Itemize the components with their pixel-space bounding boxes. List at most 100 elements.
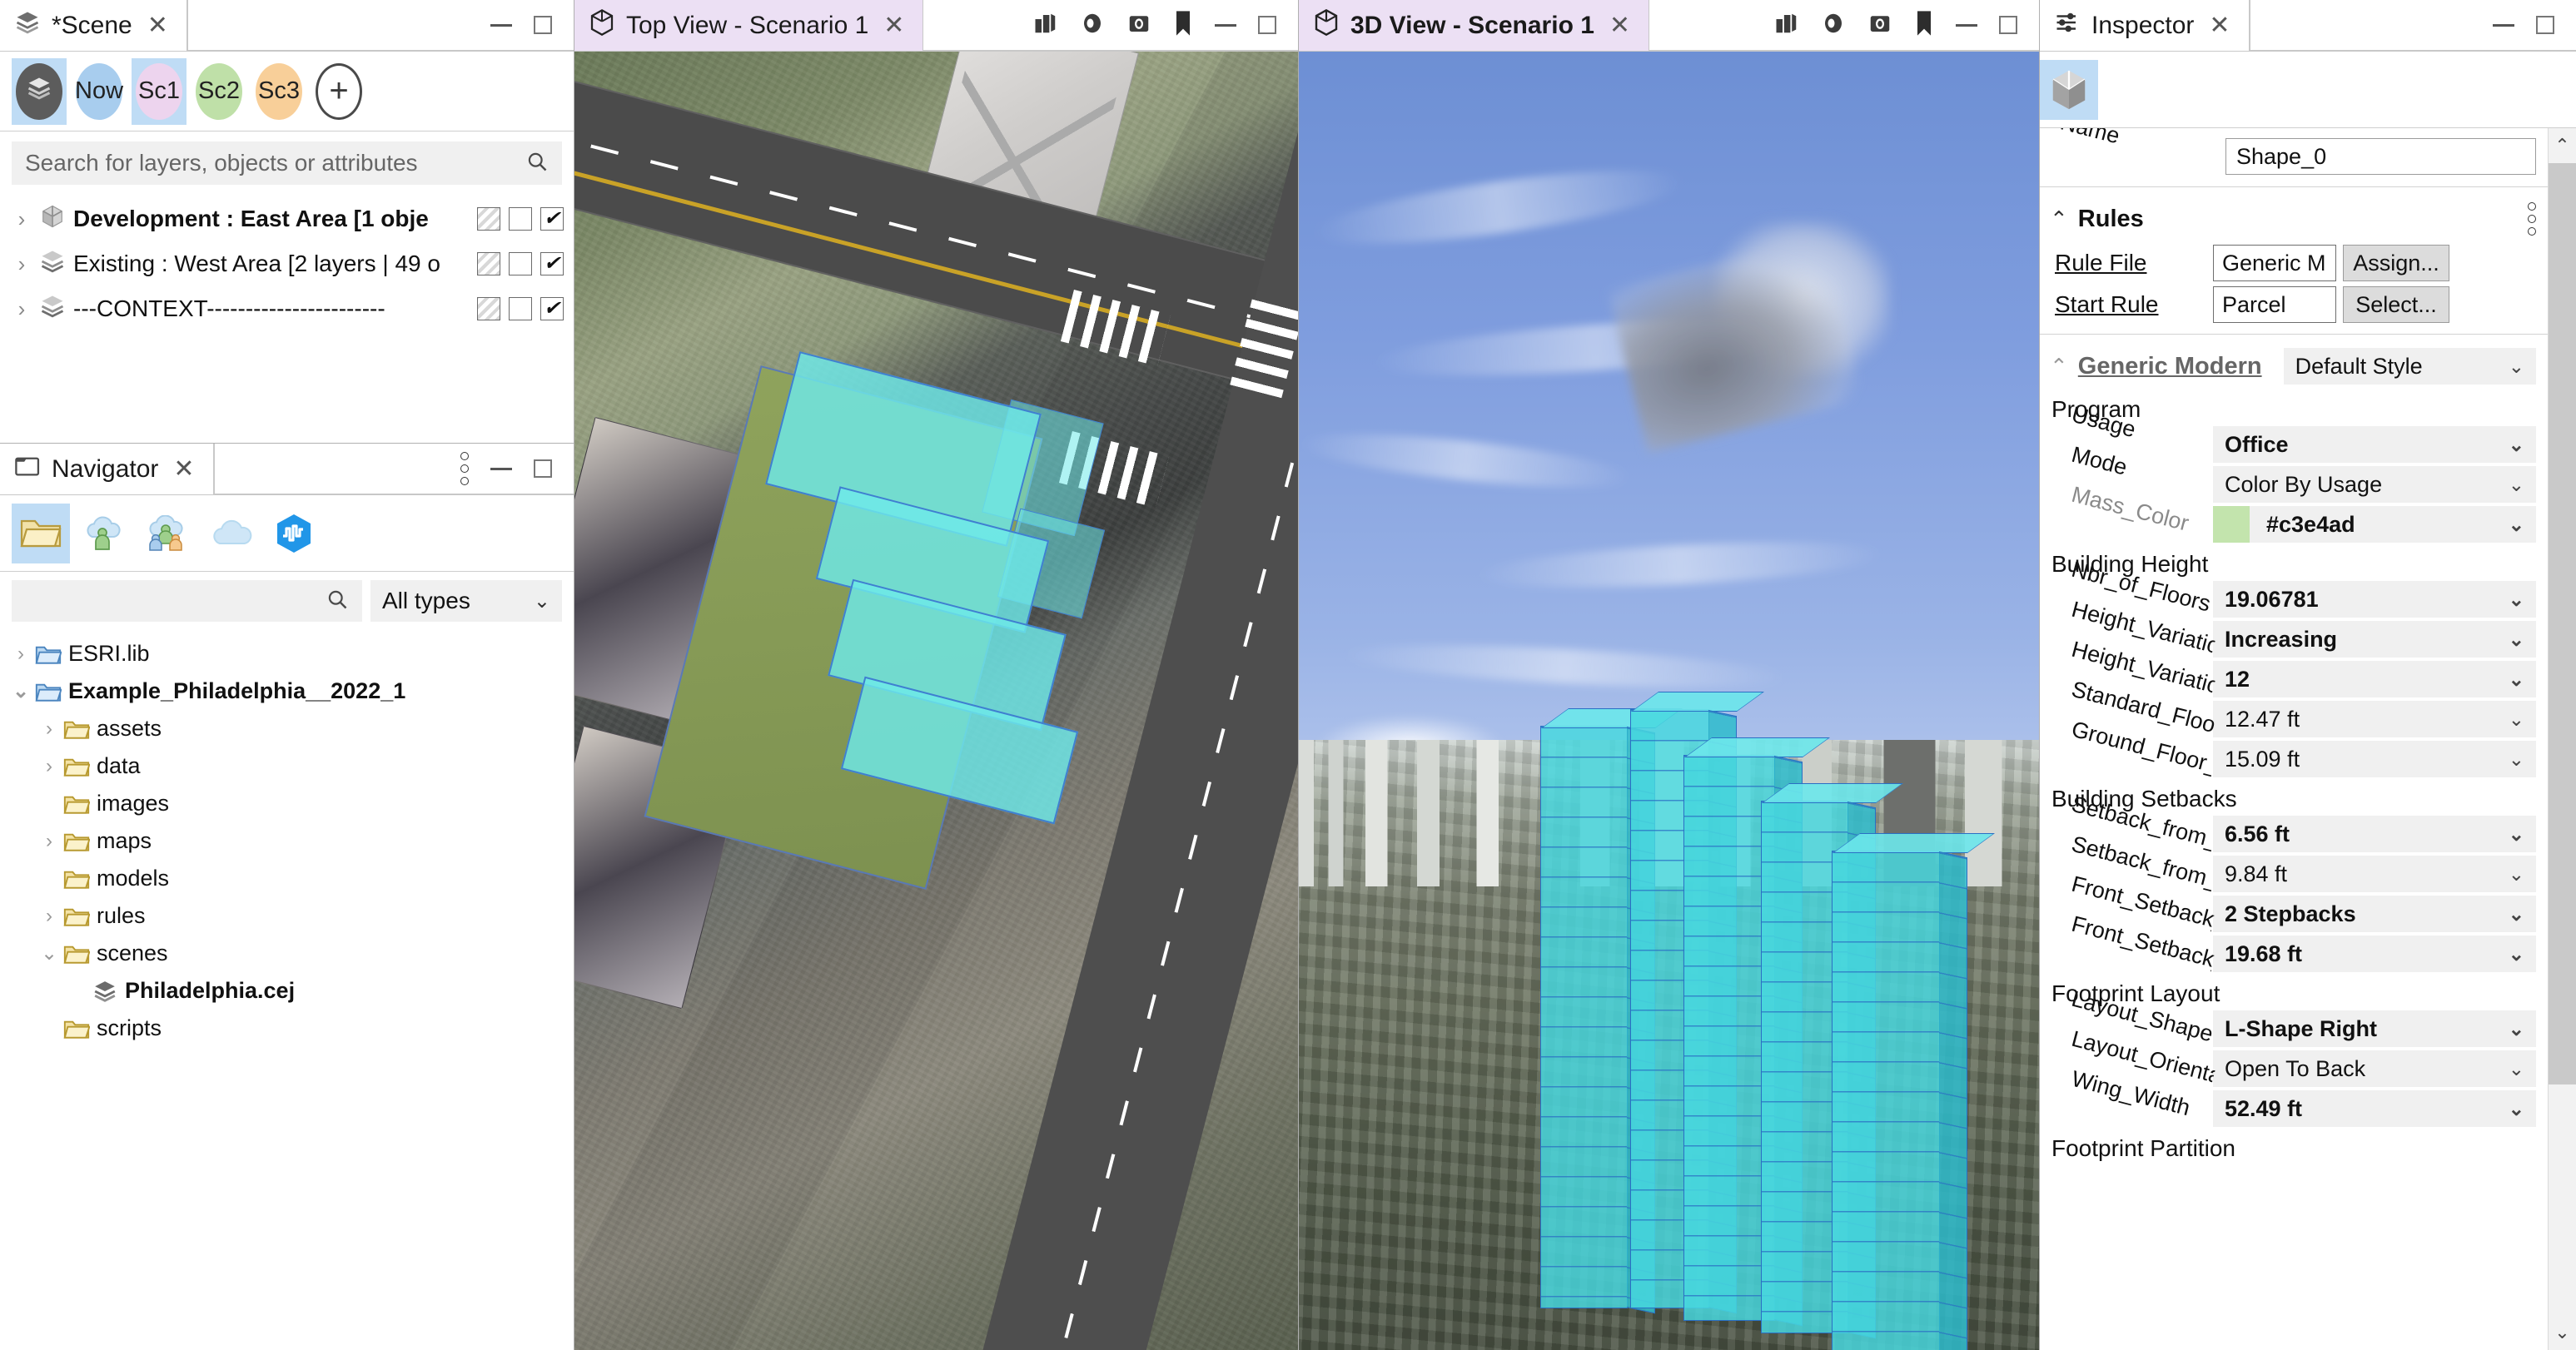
tab-inspector[interactable]: Inspector ✕	[2040, 0, 2250, 51]
tree-item-scripts[interactable]: scripts	[0, 1010, 574, 1047]
camera-icon[interactable]	[1867, 11, 1892, 40]
maximize-button[interactable]	[1999, 16, 2017, 34]
tree-item-maps[interactable]: › maps	[0, 822, 574, 860]
bookmark-icon[interactable]	[1173, 10, 1193, 41]
expand-arrow-icon[interactable]: ›	[12, 296, 32, 322]
expand-arrow-icon[interactable]: ›	[12, 251, 32, 277]
attr-value-dropdown[interactable]: #c3e4ad ⌄	[2213, 506, 2536, 543]
attr-value-dropdown[interactable]: 2 Stepbacks ⌄	[2213, 896, 2536, 932]
local-folder-icon[interactable]	[12, 503, 70, 563]
add-scenario-button[interactable]: +	[311, 58, 366, 125]
expand-arrow-icon[interactable]: ⌄	[8, 679, 33, 703]
my-content-cloud-icon[interactable]	[75, 504, 133, 563]
tree-item-assets[interactable]: › assets	[0, 710, 574, 747]
living-atlas-icon[interactable]	[265, 504, 323, 563]
navigator-search-input[interactable]	[12, 580, 362, 622]
minimize-button[interactable]	[490, 467, 512, 470]
attr-value-dropdown[interactable]: 52.49 ft ⌄	[2213, 1090, 2536, 1127]
scenario-chip-sc3[interactable]: Sc3	[251, 58, 306, 125]
shape-cube-icon[interactable]	[2040, 59, 2098, 120]
layer-hatch-toggle[interactable]	[477, 297, 500, 320]
camera-icon[interactable]	[1126, 11, 1151, 40]
attr-value-dropdown[interactable]: 19.06781 ⌄	[2213, 581, 2536, 618]
scrollbar-track[interactable]	[2549, 163, 2576, 1315]
layer-visible-toggle[interactable]	[540, 297, 564, 320]
bookmark-icon[interactable]	[1914, 10, 1934, 41]
minimize-button[interactable]	[2493, 23, 2514, 27]
layer-visible-toggle[interactable]	[540, 252, 564, 275]
tab-3d-view[interactable]: 3D View - Scenario 1 ✕	[1299, 0, 1649, 51]
tree-item-models[interactable]: models	[0, 860, 574, 897]
maximize-button[interactable]	[534, 459, 552, 478]
tree-item-example-philadelphia-2022-1[interactable]: ⌄ Example_Philadelphia__2022_1	[0, 673, 574, 710]
layer-row-context[interactable]: › ---CONTEXT-----------------------	[0, 286, 574, 331]
search-input[interactable]: Search for layers, objects or attributes	[12, 141, 562, 185]
inspector-scrollbar[interactable]: ⌃ ⌄	[2548, 128, 2576, 1350]
attr-value-dropdown[interactable]: 9.84 ft ⌄	[2213, 856, 2536, 892]
groups-cloud-icon[interactable]	[138, 504, 196, 563]
rule-file-label[interactable]: Rule File	[2055, 250, 2213, 276]
tree-item-esri-lib[interactable]: › ESRI.lib	[0, 635, 574, 673]
scenario-chip-layers[interactable]	[12, 57, 67, 125]
expand-arrow-icon[interactable]: ›	[37, 830, 62, 853]
scroll-up-button[interactable]: ⌃	[2549, 128, 2576, 163]
layer-lock-toggle[interactable]	[509, 207, 532, 231]
start-rule-label[interactable]: Start Rule	[2055, 291, 2213, 318]
close-icon[interactable]: ✕	[147, 11, 168, 40]
close-icon[interactable]: ✕	[1609, 11, 1630, 40]
tab-scene[interactable]: *Scene ✕	[0, 0, 187, 51]
attr-value-dropdown[interactable]: 12 ⌄	[2213, 661, 2536, 697]
layer-hatch-toggle[interactable]	[477, 207, 500, 231]
tab-top-view[interactable]: Top View - Scenario 1 ✕	[574, 0, 923, 51]
attr-value-dropdown[interactable]: Open To Back ⌄	[2213, 1050, 2536, 1087]
layer-visible-toggle[interactable]	[540, 207, 564, 231]
top-view-canvas[interactable]	[574, 52, 1298, 1350]
eye-icon[interactable]	[1080, 11, 1105, 40]
attr-value-dropdown[interactable]: 6.56 ft ⌄	[2213, 816, 2536, 852]
rule-file-button[interactable]: Assign...	[2343, 245, 2449, 281]
expand-arrow-icon[interactable]: ›	[8, 643, 33, 666]
tree-item-data[interactable]: › data	[0, 747, 574, 785]
layer-lock-toggle[interactable]	[509, 297, 532, 320]
tree-item-philadelphia-cej[interactable]: Philadelphia.cej	[0, 972, 574, 1010]
expand-arrow-icon[interactable]: ›	[37, 905, 62, 928]
attr-value-dropdown[interactable]: 19.68 ft ⌄	[2213, 936, 2536, 972]
layer-hatch-toggle[interactable]	[477, 252, 500, 275]
close-icon[interactable]: ✕	[173, 454, 194, 484]
tree-item-rules[interactable]: › rules	[0, 897, 574, 935]
expand-arrow-icon[interactable]: ⌄	[37, 941, 62, 965]
collapse-icon[interactable]: ⌃	[2050, 206, 2068, 232]
start-rule-button[interactable]: Select...	[2343, 286, 2449, 323]
scenario-chip-sc2[interactable]: Sc2	[191, 58, 246, 125]
cloud-icon[interactable]	[201, 504, 260, 563]
attr-value-dropdown[interactable]: Color By Usage ⌄	[2213, 466, 2536, 503]
scenario-chip-now[interactable]: Now	[72, 58, 127, 125]
expand-arrow-icon[interactable]: ›	[12, 206, 32, 232]
rule-file-value[interactable]: Generic M	[2213, 245, 2336, 281]
3d-view-canvas[interactable]	[1299, 52, 2039, 1350]
collapse-icon[interactable]: ⌃	[2050, 354, 2068, 380]
scrollbar-thumb[interactable]	[2549, 163, 2576, 1085]
close-icon[interactable]: ✕	[2209, 11, 2230, 40]
layer-row-existing[interactable]: › Existing : West Area [2 layers | 49 o	[0, 241, 574, 286]
tree-item-images[interactable]: images	[0, 785, 574, 822]
style-dropdown[interactable]: Default Style ⌄	[2283, 348, 2536, 385]
attr-value-dropdown[interactable]: 12.47 ft ⌄	[2213, 701, 2536, 737]
close-icon[interactable]: ✕	[883, 11, 904, 40]
minimize-button[interactable]	[1956, 23, 1977, 27]
expand-arrow-icon[interactable]: ›	[37, 717, 62, 741]
attr-value-dropdown[interactable]: L-Shape Right ⌄	[2213, 1010, 2536, 1047]
minimize-button[interactable]	[490, 23, 512, 27]
attr-value-dropdown[interactable]: Increasing ⌄	[2213, 621, 2536, 658]
tab-navigator[interactable]: Navigator ✕	[0, 444, 214, 494]
attr-value-dropdown[interactable]: 15.09 ft ⌄	[2213, 741, 2536, 777]
start-rule-value[interactable]: Parcel	[2213, 286, 2336, 323]
eye-icon[interactable]	[1821, 11, 1846, 40]
name-input[interactable]: Shape_0	[2225, 138, 2536, 175]
rules-menu-icon[interactable]	[2528, 202, 2536, 236]
layers-compare-icon[interactable]	[1774, 11, 1799, 40]
proposed-tower-1[interactable]	[1540, 708, 1683, 1314]
attr-value-dropdown[interactable]: Office ⌄	[2213, 426, 2536, 463]
scenario-chip-sc1[interactable]: Sc1	[132, 57, 186, 125]
minimize-button[interactable]	[1215, 23, 1236, 27]
